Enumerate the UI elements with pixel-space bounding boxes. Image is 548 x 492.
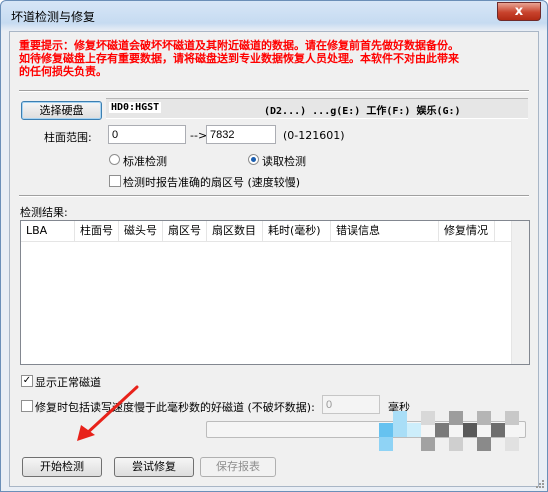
cylinder-end-input[interactable] bbox=[206, 125, 276, 144]
column-time[interactable]: 耗时(毫秒) bbox=[263, 221, 331, 241]
column-cylinder[interactable]: 柱面号 bbox=[75, 221, 119, 241]
separator bbox=[19, 90, 529, 92]
try-repair-button[interactable]: 尝试修复 bbox=[114, 457, 194, 477]
radio-read-label: 读取检测 bbox=[262, 155, 306, 168]
radio-standard-label: 标准检测 bbox=[123, 155, 167, 168]
title-bar[interactable]: 坏道检测与修复 x bbox=[1, 1, 547, 29]
include-slow-checkbox[interactable] bbox=[21, 400, 33, 412]
disk-partitions: (D2...) ...g(E:) 工作(F:) 娱乐(G:) bbox=[264, 106, 461, 117]
report-sector-label: 检测时报告准确的扇区号 (速度较慢) bbox=[123, 176, 301, 189]
save-report-button[interactable]: 保存报表 bbox=[200, 457, 276, 477]
results-scrollbar[interactable] bbox=[511, 221, 529, 364]
separator bbox=[19, 195, 529, 197]
column-sector-count[interactable]: 扇区数目 bbox=[207, 221, 263, 241]
range-arrow: --> bbox=[190, 129, 208, 142]
column-error[interactable]: 错误信息 bbox=[331, 221, 439, 241]
cylinder-range-hint: (0-121601) bbox=[283, 129, 345, 142]
column-head[interactable]: 磁头号 bbox=[119, 221, 163, 241]
window-title: 坏道检测与修复 bbox=[11, 10, 96, 24]
column-repair[interactable]: 修复情况 bbox=[439, 221, 495, 241]
annotation-arrow-icon bbox=[77, 385, 139, 441]
radio-standard-check[interactable] bbox=[109, 154, 120, 165]
dialog-window: 坏道检测与修复 x 重要提示：修复坏磁道会破坏坏磁道及其附近磁道的数据。请在修复… bbox=[0, 0, 548, 492]
cylinder-start-input[interactable] bbox=[108, 125, 186, 144]
mosaic-watermark bbox=[379, 403, 529, 455]
close-icon: x bbox=[514, 4, 524, 19]
cylinder-range-label: 柱面范围: bbox=[44, 131, 92, 144]
disk-name: HD0:HGST bbox=[109, 102, 162, 113]
close-button[interactable]: x bbox=[497, 2, 541, 21]
slow-threshold-input[interactable] bbox=[322, 395, 380, 414]
start-scan-button[interactable]: 开始检测 bbox=[22, 457, 102, 477]
results-header: LBA 柱面号 磁头号 扇区号 扇区数目 耗时(毫秒) 错误信息 修复情况 bbox=[21, 221, 529, 242]
resize-grip-icon[interactable] bbox=[535, 479, 545, 489]
column-lba[interactable]: LBA bbox=[21, 221, 75, 241]
disk-info-bar: HD0:HGST (D2...) ...g(E:) 工作(F:) 娱乐(G:) bbox=[106, 98, 528, 119]
show-normal-checkbox[interactable]: ✓ bbox=[21, 375, 33, 387]
column-sector[interactable]: 扇区号 bbox=[163, 221, 207, 241]
warning-text: 重要提示：修复坏磁道会破坏坏磁道及其附近磁道的数据。请在修复前首先做好数据备份。… bbox=[19, 39, 459, 78]
results-list[interactable]: LBA 柱面号 磁头号 扇区号 扇区数目 耗时(毫秒) 错误信息 修复情况 bbox=[20, 220, 530, 365]
report-sector-checkbox[interactable] bbox=[109, 175, 121, 187]
results-label: 检测结果: bbox=[20, 206, 68, 219]
radio-read-check[interactable] bbox=[248, 154, 259, 165]
select-disk-button[interactable]: 选择硬盘 bbox=[21, 101, 102, 120]
